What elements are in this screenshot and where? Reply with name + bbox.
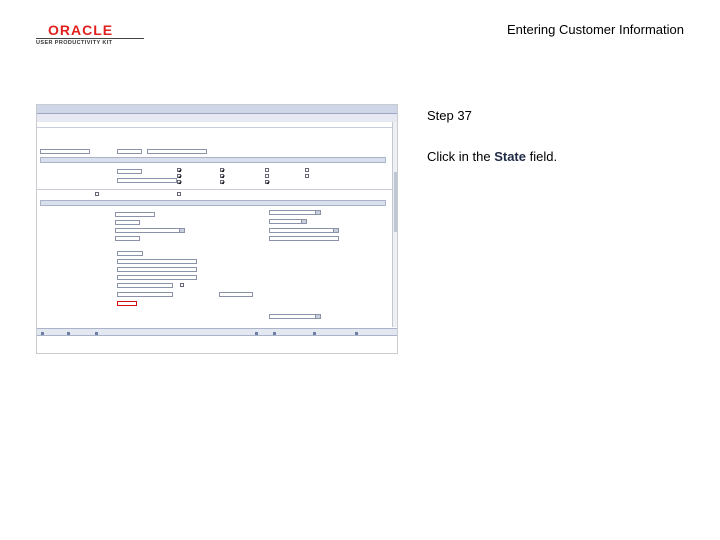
logo-divider (36, 38, 144, 39)
screenshot-checkbox (265, 168, 269, 172)
instruction-suffix: field. (529, 149, 558, 164)
screenshot-dropdown (269, 219, 307, 224)
screenshot-checkbox (265, 174, 269, 178)
toolbar-button (313, 331, 317, 335)
logo-brand: ORACLE (48, 22, 114, 38)
screenshot-field (117, 275, 197, 280)
screenshot-field (117, 283, 173, 288)
screenshot-field (117, 149, 142, 154)
toolbar-button (255, 331, 259, 335)
screenshot-checkbox (220, 180, 224, 184)
screenshot-checkbox (177, 192, 181, 196)
instruction-prefix: Click in the (427, 149, 491, 164)
screenshot-field (117, 292, 173, 297)
document-title: Entering Customer Information (506, 22, 684, 37)
screenshot-field (117, 251, 143, 256)
screenshot-checkbox (95, 192, 99, 196)
screenshot-checkbox (220, 174, 224, 178)
toolbar-icon (313, 331, 316, 335)
divider (37, 189, 397, 190)
state-field-highlight[interactable] (117, 301, 137, 306)
toolbar-button (95, 331, 99, 335)
screenshot-nav-bar (37, 114, 397, 122)
toolbar-button (273, 331, 277, 335)
toolbar-icon (41, 331, 44, 335)
screenshot-checkbox (180, 283, 184, 287)
step-label: Step 37 (427, 108, 472, 123)
screenshot-field (269, 236, 339, 241)
toolbar-button (41, 331, 45, 335)
screenshot-field (219, 292, 253, 297)
screenshot-checkbox (265, 180, 269, 184)
toolbar-icon (67, 331, 70, 335)
screenshot-scrollbar (392, 122, 397, 327)
screenshot-checkbox (305, 174, 309, 178)
toolbar-button (67, 331, 71, 335)
toolbar-icon (273, 331, 276, 335)
screenshot-field (115, 212, 155, 217)
scroll-thumb (393, 172, 397, 232)
screenshot-dropdown (269, 314, 321, 319)
screenshot-checkbox (220, 168, 224, 172)
instruction-field-name: State (494, 149, 526, 164)
screenshot-field (147, 149, 207, 154)
screenshot-field (117, 178, 177, 183)
oracle-upk-logo: ORACLE USER PRODUCTIVITY KIT (36, 22, 144, 50)
screenshot-section-header (40, 157, 386, 163)
screenshot-field (40, 149, 90, 154)
toolbar-icon (255, 331, 258, 335)
screenshot-checkbox (305, 168, 309, 172)
screenshot-dropdown (269, 210, 321, 215)
screenshot-checkbox (177, 168, 181, 172)
screenshot-field (117, 259, 197, 264)
toolbar-button (355, 331, 359, 335)
step-instruction: Click in the State field. (427, 149, 557, 164)
screenshot-field (117, 267, 197, 272)
screenshot-field (115, 236, 140, 241)
screenshot-section-header (40, 200, 386, 206)
screenshot-checkbox (177, 174, 181, 178)
application-screenshot (36, 104, 398, 354)
toolbar-icon (95, 331, 98, 335)
screenshot-dropdown (115, 228, 185, 233)
screenshot-toolbar (37, 328, 397, 336)
screenshot-checkbox (177, 180, 181, 184)
screenshot-field (117, 169, 142, 174)
toolbar-icon (355, 331, 358, 335)
screenshot-dropdown (269, 228, 339, 233)
screenshot-field (115, 220, 140, 225)
logo-product: USER PRODUCTIVITY KIT (36, 40, 113, 46)
divider (37, 127, 397, 128)
screenshot-menu-bar (37, 105, 397, 114)
